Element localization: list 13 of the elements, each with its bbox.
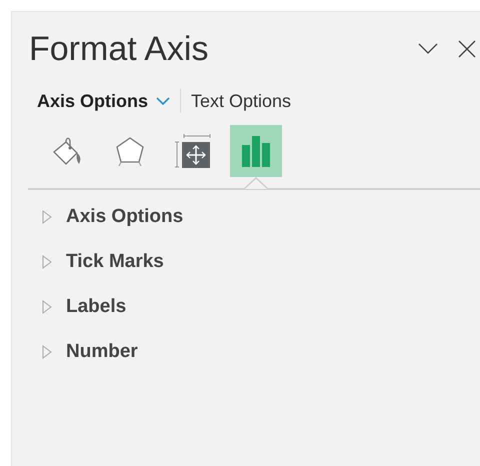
section-header[interactable]: Axis Options: [42, 204, 480, 230]
size-properties-icon: [174, 134, 212, 168]
pane-title: Format Axis: [29, 29, 210, 69]
section-header[interactable]: Labels: [42, 294, 480, 320]
collapsed-triangle-icon: [42, 345, 52, 359]
collapsed-triangle-icon: [42, 300, 52, 314]
collapsed-triangle-icon: [42, 255, 52, 269]
options-tab[interactable]: Axis Options: [37, 88, 148, 114]
section-header[interactable]: Number: [42, 339, 480, 365]
collapsed-triangle-icon: [42, 210, 52, 224]
options-tab[interactable]: Text Options: [191, 88, 292, 114]
section-header[interactable]: Tick Marks: [42, 249, 480, 275]
bar-chart-icon: [240, 134, 272, 168]
